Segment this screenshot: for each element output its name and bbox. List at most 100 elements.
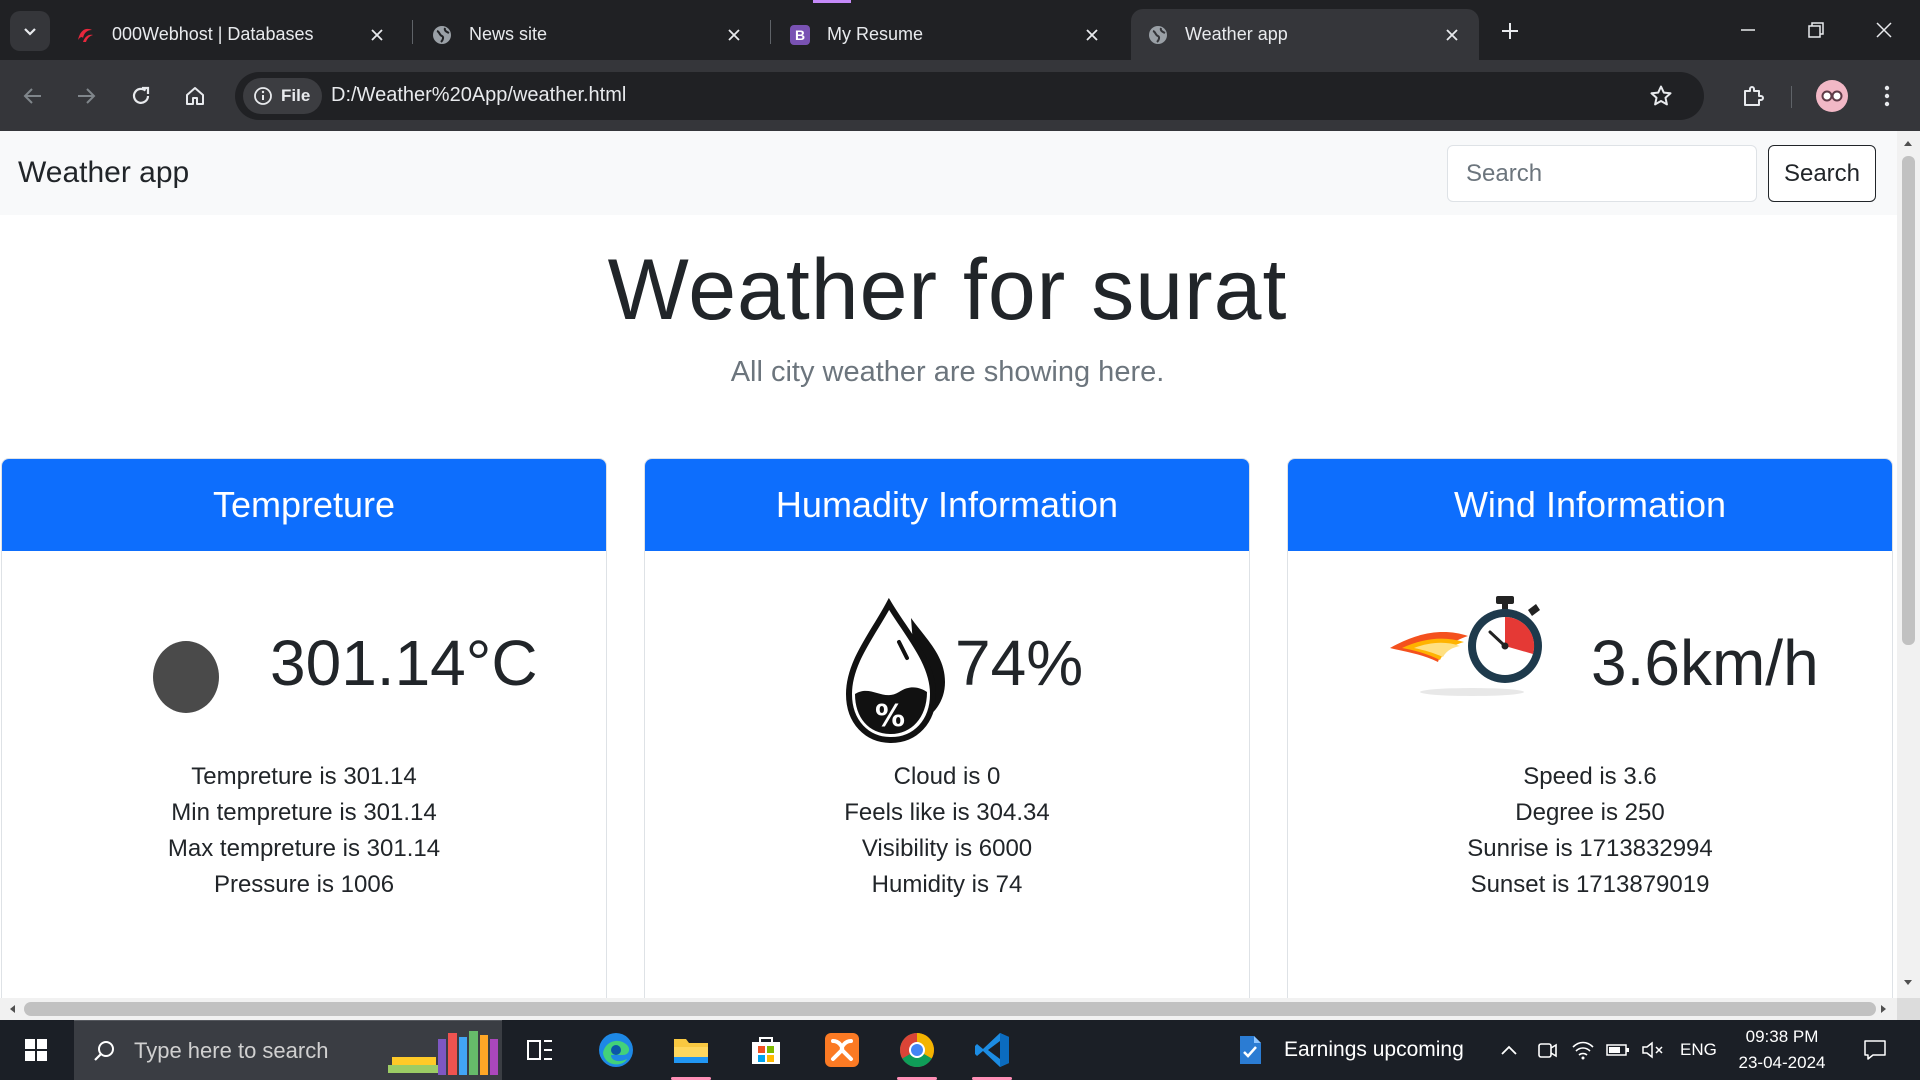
detail-line: Feels like is 304.34 <box>844 799 1050 826</box>
folder-icon <box>674 1039 708 1063</box>
detail-line: Visibility is 6000 <box>861 835 1033 862</box>
tab-weather-app[interactable]: Weather app <box>1131 9 1479 60</box>
news-widget-text[interactable]: Earnings upcoming <box>1284 1038 1464 1062</box>
detail-line: Degree is 250 <box>1515 799 1665 826</box>
scroll-right-arrow-icon[interactable] <box>1880 1004 1888 1014</box>
back-button[interactable] <box>13 76 53 116</box>
navbar: Weather app Search <box>0 131 1897 215</box>
taskbar-vscode[interactable] <box>960 1020 1024 1080</box>
card-header: Tempreture <box>2 459 606 551</box>
taskbar-chrome[interactable] <box>885 1020 949 1080</box>
task-view-icon <box>527 1040 552 1060</box>
horizontal-scrollbar[interactable] <box>0 998 1897 1020</box>
battery-icon[interactable] <box>1604 1020 1632 1080</box>
notification-center-button[interactable] <box>1855 1020 1895 1080</box>
scroll-up-arrow-icon[interactable] <box>1903 139 1913 147</box>
svg-text:%: % <box>875 699 905 734</box>
tab-separator <box>770 20 771 44</box>
humidity-drop-icon: % <box>843 597 953 751</box>
vertical-scroll-thumb[interactable] <box>1902 156 1915 645</box>
volume-muted-icon[interactable] <box>1639 1020 1667 1080</box>
books-decoration-icon <box>388 1031 498 1075</box>
language-indicator[interactable]: ENG <box>1680 1040 1717 1060</box>
news-widget-icon[interactable] <box>1235 1020 1265 1080</box>
camera-app-icon[interactable] <box>1534 1020 1560 1080</box>
temperature-value: 301.14°C <box>270 627 538 699</box>
site-chip-label: File <box>281 86 311 105</box>
taskbar-microsoft-store[interactable] <box>734 1020 798 1080</box>
tab-search-button[interactable] <box>10 11 50 51</box>
taskbar-xampp[interactable] <box>810 1020 874 1080</box>
search-input[interactable] <box>1447 145 1757 202</box>
browser-tab-bar: 000Webhost | Databases News site B My Re… <box>0 0 1920 60</box>
close-icon[interactable] <box>723 24 745 46</box>
tab-separator <box>412 20 413 44</box>
close-icon[interactable] <box>1081 24 1103 46</box>
chrome-icon <box>900 1033 934 1067</box>
wifi-icon[interactable] <box>1570 1020 1596 1080</box>
horizontal-scroll-thumb[interactable] <box>24 1002 1876 1016</box>
taskbar-edge[interactable] <box>584 1020 648 1080</box>
taskbar-search-placeholder: Type here to search <box>134 1037 329 1063</box>
browser-menu-button[interactable] <box>1867 76 1907 116</box>
xampp-icon <box>825 1033 859 1067</box>
navbar-brand[interactable]: Weather app <box>18 156 189 190</box>
wind-speed-value: 3.6km/h <box>1591 627 1819 699</box>
search-button[interactable]: Search <box>1768 145 1876 202</box>
close-icon[interactable] <box>366 24 388 46</box>
wind-card: Wind Information 3.6km/h Speed is 3.6 De… <box>1287 458 1893 998</box>
site-info-chip[interactable]: File <box>243 78 323 114</box>
clock-time[interactable]: 09:38 PM <box>1734 1027 1830 1047</box>
notification-icon <box>1864 1040 1886 1060</box>
plus-icon <box>1502 23 1518 39</box>
detail-line: Tempreture is 301.14 <box>191 763 417 790</box>
vscode-icon <box>975 1033 1009 1067</box>
profile-glasses-icon <box>1821 90 1843 102</box>
bootstrap-icon: B <box>789 24 811 46</box>
card-details: Cloud is 0 Feels like is 304.34 Visibili… <box>645 759 1249 903</box>
page-viewport: Weather app Search Weather for surat All… <box>0 131 1897 998</box>
info-icon <box>254 87 272 105</box>
detail-line: Speed is 3.6 <box>1523 763 1657 790</box>
start-button[interactable] <box>10 1020 62 1080</box>
detail-line: Sunset is 1713879019 <box>1470 871 1710 898</box>
temperature-card: Tempreture 301.14°C Tempreture is 301.14… <box>1 458 607 998</box>
tab-news-site[interactable]: News site <box>415 9 761 60</box>
minimize-button[interactable] <box>1730 12 1766 48</box>
reload-button[interactable] <box>121 76 161 116</box>
forward-button[interactable] <box>66 76 106 116</box>
broken-image-icon <box>152 640 220 719</box>
scroll-left-arrow-icon[interactable] <box>8 1004 16 1014</box>
vertical-scrollbar[interactable] <box>1897 131 1920 998</box>
close-window-button[interactable] <box>1866 12 1902 48</box>
windows-logo-icon <box>25 1039 47 1061</box>
extensions-button[interactable] <box>1733 76 1773 116</box>
puzzle-piece-icon <box>1744 86 1764 106</box>
card-main: % 74% <box>645 597 1249 744</box>
restore-button[interactable] <box>1798 12 1834 48</box>
clock-date[interactable]: 23-04-2024 <box>1734 1053 1830 1073</box>
address-bar[interactable]: File D:/Weather%20App/weather.html <box>235 72 1704 120</box>
reload-icon <box>132 86 150 104</box>
card-main: 301.14°C <box>2 604 606 734</box>
tab-audio-indicator <box>813 0 851 3</box>
scroll-down-arrow-icon[interactable] <box>1903 979 1913 987</box>
card-header: Humadity Information <box>645 459 1249 551</box>
globe-icon <box>431 24 453 46</box>
profile-avatar[interactable] <box>1816 80 1848 112</box>
stopwatch-speed-icon <box>1388 592 1548 707</box>
url-text[interactable]: D:/Weather%20App/weather.html <box>331 84 626 107</box>
close-icon <box>1876 22 1892 38</box>
task-view-button[interactable] <box>508 1020 572 1080</box>
search-icon <box>94 1040 114 1061</box>
taskbar-search-box[interactable]: Type here to search <box>74 1020 502 1080</box>
taskbar-file-explorer[interactable] <box>659 1020 723 1080</box>
bookmark-star-icon[interactable] <box>1649 84 1673 113</box>
close-icon[interactable] <box>1441 24 1463 46</box>
home-icon <box>186 87 204 105</box>
new-tab-button[interactable] <box>1494 15 1526 47</box>
tab-my-resume[interactable]: B My Resume <box>773 9 1119 60</box>
tab-webhost[interactable]: 000Webhost | Databases <box>58 9 404 60</box>
home-button[interactable] <box>175 76 215 116</box>
show-hidden-icons-button[interactable] <box>1496 1020 1522 1080</box>
